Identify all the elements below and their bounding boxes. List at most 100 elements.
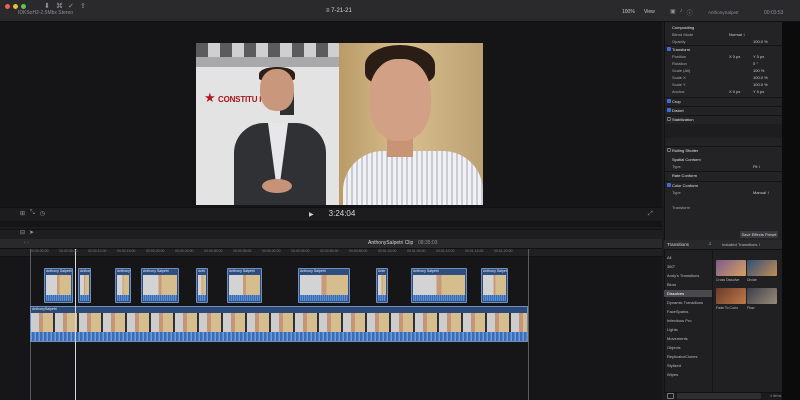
ruler-tick-label: 00:01:05:00 [407, 249, 426, 253]
inspector-row[interactable]: Crop [665, 98, 783, 105]
browser-view-icon[interactable]: ♫ [708, 241, 712, 247]
connected-clip-name: Anthony Salpetri [229, 269, 255, 273]
connected-clip[interactable]: Anth [376, 268, 388, 303]
inspector-row-value2[interactable]: 100.0 % [753, 81, 768, 88]
connected-clip-name: Anthony Salpetri [483, 269, 508, 273]
grid-icon[interactable]: ⊞ [20, 210, 25, 217]
transition-thumbnail[interactable] [716, 260, 746, 276]
inspector-row-value2[interactable]: 100.0 % [753, 74, 768, 81]
connected-clip[interactable]: Anthony [115, 268, 131, 303]
clip-waveform [229, 295, 260, 301]
inspector-row-value[interactable]: X 0 px [729, 88, 740, 95]
inspector-row-value2[interactable]: 0 ° [753, 60, 758, 67]
right-speaker-image [339, 43, 483, 205]
storyline-waveform [31, 332, 527, 341]
connected-clip[interactable]: Anthony Salpetri [141, 268, 179, 303]
inspector-row[interactable]: Stabilization [665, 116, 783, 123]
enable-checkbox[interactable] [667, 47, 671, 51]
audio-inspector-icon[interactable]: ♪ [680, 8, 683, 17]
category-item[interactable]: All [664, 254, 712, 261]
installed-transitions-menu[interactable]: Installed Transitions ↕ [722, 242, 760, 247]
connected-clip[interactable]: Anth [196, 268, 208, 303]
inspector-row-value[interactable]: Normal ↕ [729, 31, 745, 38]
browser-search-input[interactable] [677, 393, 761, 399]
append-icon[interactable]: ⊟ [20, 229, 25, 236]
inspector-row-value[interactable]: X 0 px [729, 53, 740, 60]
category-item[interactable]: Blurs [664, 281, 712, 288]
timeline-back-icon[interactable]: ‹ › [24, 240, 29, 246]
category-item[interactable]: 360° [664, 263, 712, 270]
video-inspector-icon[interactable]: ▣ [670, 8, 676, 17]
share-icon[interactable]: ⇪ [80, 3, 86, 11]
inspector-row[interactable]: Color Conform [665, 182, 783, 189]
connected-clip[interactable]: Anthony Salpetri [44, 268, 73, 303]
clip-waveform [300, 295, 348, 301]
view-menu[interactable]: View [644, 9, 655, 15]
category-item[interactable]: Stylized [664, 362, 712, 369]
enable-checkbox[interactable] [667, 117, 671, 121]
inspector-row: Type Fit ↕ [665, 163, 783, 170]
inspector-row[interactable]: Distort [665, 107, 783, 114]
inspector-row[interactable]: Rolling Shutter [665, 147, 783, 154]
timeline-clip-name[interactable]: AnthonySalpetri Clip [368, 240, 413, 246]
close-window-button[interactable] [5, 4, 10, 9]
minimize-window-button[interactable] [13, 4, 18, 9]
browser-title: Transitions [667, 242, 689, 247]
category-item[interactable]: Andy's Transitions [664, 272, 712, 279]
category-item[interactable]: ReplicatorClones [664, 353, 712, 360]
connected-clip[interactable]: Anthony [78, 268, 91, 303]
category-item[interactable]: Infectious Pro [664, 317, 712, 324]
connected-clip[interactable]: Anthony Salpetri [227, 268, 262, 303]
category-item[interactable]: Lights [664, 326, 712, 333]
transition-thumbnail[interactable] [716, 288, 746, 304]
inspector-row-value2[interactable]: 100.0 % [753, 38, 768, 45]
clip-waveform [413, 295, 465, 301]
inspector-panel: Compositing Blend Mode Normal ↕ Opacity 100.… [664, 22, 783, 240]
select-tool-icon[interactable]: ➤ [29, 229, 34, 236]
primary-storyline-clip[interactable]: AnthonySalpetri [30, 306, 528, 342]
timecode-display[interactable]: 3:24:04 [319, 208, 365, 220]
enable-checkbox[interactable] [667, 108, 671, 112]
fullscreen-icon[interactable]: ⤢ [648, 211, 653, 218]
category-item[interactable]: Objects [664, 344, 712, 351]
viewer: ★ CONSTITU IGHTS [0, 22, 662, 227]
inspector-row-value2[interactable]: Manual ↕ [753, 189, 769, 196]
playhead[interactable] [75, 249, 76, 400]
category-item[interactable]: Dissolves [664, 290, 712, 297]
viewer-zoom[interactable]: 100% [622, 9, 635, 15]
category-item[interactable]: FaceSparks [664, 308, 712, 315]
browser-toggle-icon[interactable] [667, 393, 674, 399]
video-frame[interactable]: ★ CONSTITU IGHTS [196, 43, 483, 205]
inspector-row[interactable]: Spatial Conform [665, 156, 783, 163]
speed-icon[interactable]: ◷ [40, 210, 45, 217]
inspector-row-value2[interactable]: Fit ↕ [753, 163, 761, 170]
star-icon: ★ [204, 90, 216, 105]
connected-clip[interactable]: Anthony Salpetri [298, 268, 350, 303]
transition-thumbnail[interactable] [747, 260, 777, 276]
ruler-tick-label: 00:00:55:00 [349, 249, 368, 253]
zoom-window-button[interactable] [21, 4, 26, 9]
category-item[interactable]: Dynamic Transitions [664, 299, 712, 306]
inspector-row[interactable]: Compositing [665, 24, 783, 31]
category-item[interactable]: Wipes [664, 371, 712, 378]
ruler-tick-label: 00:01:20:00 [494, 249, 513, 253]
enable-checkbox[interactable] [667, 148, 671, 152]
play-icon[interactable]: ▶ [309, 211, 314, 218]
inspector-row-value2[interactable]: Y 0 px [753, 88, 764, 95]
inspector-row[interactable]: Rate Conform [665, 172, 783, 179]
enable-checkbox[interactable] [667, 99, 671, 103]
inspector-row-value2[interactable]: Y 0 px [753, 53, 764, 60]
inspector-separator [665, 181, 783, 182]
left-speaker-image: ★ CONSTITU IGHTS [196, 43, 339, 205]
inspector-row-value2[interactable]: 100 % [753, 67, 764, 74]
category-item[interactable]: Movements [664, 335, 712, 342]
info-inspector-icon[interactable]: ⓘ [687, 8, 693, 17]
connected-clip[interactable]: Anthony Salpetri [481, 268, 508, 303]
save-effects-preset-button[interactable]: Save Effects Preset [740, 231, 778, 238]
inspector-row[interactable]: Transform [665, 46, 783, 53]
connected-clip[interactable]: Anthony Salpetri [411, 268, 467, 303]
transition-thumbnail[interactable] [747, 288, 777, 304]
enable-checkbox[interactable] [667, 183, 671, 187]
stabilization-dim-area [665, 124, 783, 138]
transform-icon[interactable]: ⤡ [30, 210, 35, 217]
